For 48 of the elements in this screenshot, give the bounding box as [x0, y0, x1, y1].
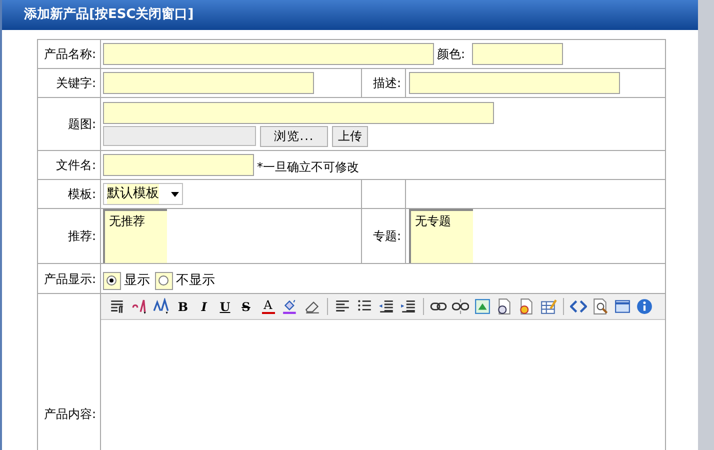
field-label: 文件名: [56, 158, 96, 172]
flash-icon[interactable] [496, 298, 513, 315]
field-label: 题图: [68, 117, 96, 131]
strike-button[interactable]: S [238, 298, 254, 316]
description-input[interactable] [409, 72, 620, 94]
radio-button[interactable] [158, 275, 169, 286]
table-icon[interactable] [540, 298, 557, 315]
media-icon[interactable] [518, 298, 535, 315]
keyword-input[interactable] [103, 72, 314, 94]
image-path-input[interactable] [103, 102, 494, 124]
field-label: 产品名称: [44, 47, 96, 61]
dropdown-caret-icon [171, 192, 179, 196]
code-icon[interactable] [570, 298, 587, 315]
file-field[interactable] [103, 126, 256, 146]
italic-button[interactable]: I [196, 298, 212, 316]
indent-icon[interactable] [400, 298, 417, 315]
name-input[interactable] [103, 43, 434, 65]
template-dropdown[interactable]: 默认模板 [103, 183, 183, 205]
window-title: 添加新产品[按ESC关闭窗口] [24, 6, 194, 24]
info-icon[interactable] [636, 298, 653, 315]
field-label: 关键字: [56, 76, 96, 90]
hint-text: *一旦确立不可修改 [257, 159, 359, 176]
unlink-icon[interactable] [452, 298, 469, 315]
preview-icon[interactable] [592, 298, 609, 315]
upload-button[interactable]: 上传 [332, 126, 368, 146]
paint-bucket-icon[interactable] [282, 298, 299, 315]
field-label: 模板: [68, 187, 96, 201]
radio-label: 不显示 [176, 272, 215, 290]
paragraph-icon[interactable] [109, 298, 126, 315]
image-icon[interactable] [474, 298, 491, 315]
window-icon[interactable] [614, 298, 631, 315]
radio-button[interactable] [106, 275, 117, 286]
field-label: 推荐: [68, 229, 96, 243]
field-label: 产品显示: [44, 272, 96, 286]
recommend-listbox[interactable]: 无推荐 [103, 209, 167, 263]
browse-button[interactable]: 浏览... [260, 126, 328, 146]
field-label: 描述: [372, 76, 401, 90]
radio-label: 显示 [124, 272, 150, 290]
outdent-icon[interactable] [378, 298, 395, 315]
bold-button[interactable]: B [175, 298, 191, 316]
field-label: 颜色: [437, 46, 466, 63]
field-label: 产品内容: [44, 407, 96, 421]
text-color-button[interactable]: A [259, 298, 277, 316]
topic-listbox[interactable]: 无专题 [409, 209, 473, 263]
underline-button[interactable]: U [217, 298, 233, 316]
filename-input[interactable] [103, 154, 254, 176]
color-input[interactable] [472, 43, 564, 65]
field-label: 专题: [372, 229, 401, 243]
